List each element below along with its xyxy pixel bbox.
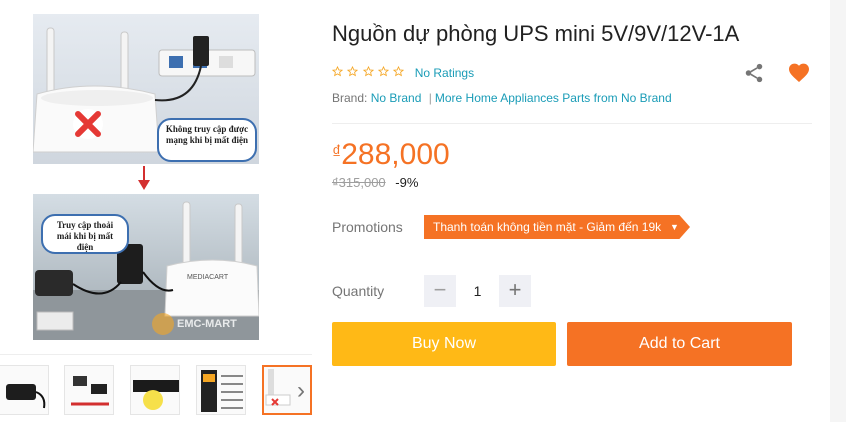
thumbnail-3[interactable] — [130, 365, 180, 415]
main-product-image[interactable]: Không truy cập được mạng khi bị mất điện — [33, 14, 259, 340]
ratings-link[interactable]: No Ratings — [415, 66, 474, 80]
watermark-logo: EMC-MART — [177, 318, 237, 330]
star-icon — [332, 65, 343, 77]
heart-icon[interactable] — [787, 61, 811, 85]
add-to-cart-button[interactable]: Add to Cart — [567, 322, 792, 366]
buy-now-button[interactable]: Buy Now — [332, 322, 556, 366]
rating-row: No Ratings — [332, 65, 474, 81]
callout-no-power: Không truy cập được mạng khi bị mất điện — [157, 118, 257, 162]
rating-stars — [332, 65, 405, 80]
promotion-tag-text: Thanh toán không tiền mặt - Giảm đến 19k — [433, 220, 662, 234]
currency-symbol: ₫ — [332, 142, 342, 162]
brand-separator: | — [428, 91, 432, 105]
brand-row: Brand: No Brand | More Home Appliances Pa… — [332, 91, 672, 105]
brand-link[interactable]: No Brand — [371, 91, 422, 105]
promotion-tag[interactable]: Thanh toán không tiền mặt - Giảm đến 19k… — [424, 215, 690, 239]
image-panel-with-ups: MEDIACART EMC-MART Truy cập thoải mái kh… — [33, 194, 259, 340]
quantity-increase-button[interactable]: + — [499, 275, 531, 307]
thumbnail-4[interactable] — [196, 365, 246, 415]
star-icon — [378, 65, 390, 77]
thumbnail-2[interactable] — [64, 365, 114, 415]
price-amount: 288,000 — [341, 138, 450, 171]
discount-percent: -9% — [395, 175, 419, 190]
share-icon[interactable] — [743, 62, 765, 84]
image-panel-no-power: Không truy cập được mạng khi bị mất điện — [33, 14, 259, 164]
quantity-decrease-button[interactable]: − — [424, 275, 456, 307]
quantity-input[interactable] — [460, 275, 495, 307]
original-price-row: ₫315,000 -9% — [332, 175, 418, 190]
product-title: Nguồn dự phòng UPS mini 5V/9V/12V-1A — [332, 21, 740, 46]
down-arrow-icon — [138, 166, 150, 190]
more-from-brand-link[interactable]: More Home Appliances Parts from No Brand — [435, 91, 672, 105]
brand-label: Brand: — [332, 91, 368, 105]
current-price: ₫288,000 — [332, 138, 450, 172]
router-brand-label: MEDIACART — [187, 274, 229, 281]
caret-down-icon: ▼ — [670, 222, 679, 232]
thumbnail-1[interactable] — [0, 365, 49, 415]
callout-with-power: Truy cập thoải mái khi bị mất điện — [41, 214, 129, 254]
star-icon — [393, 65, 405, 77]
promotions-label: Promotions — [332, 219, 403, 235]
page-scroll-gutter — [830, 0, 846, 422]
section-divider — [332, 123, 812, 124]
product-gallery: Không truy cập được mạng khi bị mất điện — [0, 0, 312, 422]
original-price: ₫315,000 — [332, 175, 386, 190]
thumbnail-strip: › — [0, 354, 312, 423]
star-icon — [347, 65, 359, 77]
star-icon — [362, 65, 374, 77]
quantity-label: Quantity — [332, 283, 385, 299]
chevron-right-icon[interactable]: › — [292, 377, 310, 405]
